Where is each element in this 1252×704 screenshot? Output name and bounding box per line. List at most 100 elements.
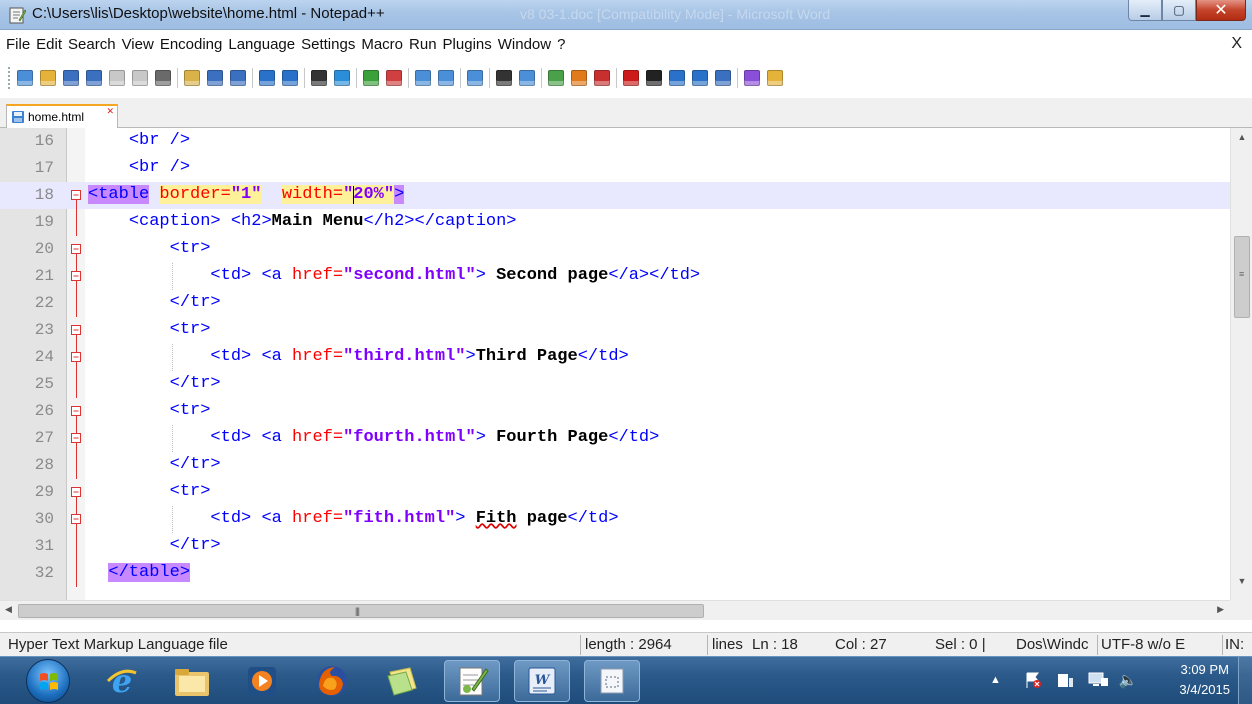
fold-toggle-icon[interactable] xyxy=(71,352,81,362)
record-macro-button[interactable] xyxy=(621,68,641,88)
menu-edit[interactable]: Edit xyxy=(36,36,62,53)
taskbar-internet-explorer[interactable]: e xyxy=(94,660,150,702)
taskbar-media-player[interactable] xyxy=(234,660,290,702)
paste-button[interactable] xyxy=(228,68,248,88)
spell-check-button[interactable] xyxy=(742,68,762,88)
fold-toggle-icon[interactable] xyxy=(71,271,81,281)
zoom-in-button[interactable] xyxy=(361,68,381,88)
menu-plugins[interactable]: Plugins xyxy=(443,36,492,53)
document-map-button[interactable] xyxy=(569,68,589,88)
status-eol-format[interactable]: Dos\Windc xyxy=(1016,636,1089,653)
menu-search[interactable]: Search xyxy=(68,36,116,53)
network-icon[interactable] xyxy=(1087,670,1109,690)
start-button[interactable] xyxy=(26,659,70,703)
save-macro-button[interactable] xyxy=(713,68,733,88)
vertical-scrollbar[interactable]: ▲ ≡ ▼ xyxy=(1230,128,1252,600)
maximize-button[interactable]: ▢ xyxy=(1162,0,1196,21)
taskbar-microsoft-word[interactable]: W xyxy=(514,660,570,702)
close-document-button[interactable]: X xyxy=(1231,35,1242,53)
save-all-button[interactable] xyxy=(84,68,104,88)
title-bar[interactable]: C:\Users\lis\Desktop\website\home.html -… xyxy=(0,0,1252,30)
scroll-down-icon[interactable]: ▼ xyxy=(1231,576,1252,594)
code-editor[interactable]: 16 <br /> 17 <br /> 18 <table border="1" wi… xyxy=(0,128,1252,600)
copy-button[interactable] xyxy=(205,68,225,88)
save-button[interactable] xyxy=(61,68,81,88)
user-language-button[interactable] xyxy=(546,68,566,88)
code-line[interactable]: 25 </tr> xyxy=(0,371,1230,398)
fold-toggle-icon[interactable] xyxy=(71,487,81,497)
function-list-button[interactable] xyxy=(592,68,612,88)
menu-view[interactable]: View xyxy=(122,36,154,53)
devices-icon[interactable] xyxy=(1055,670,1075,690)
code-line[interactable]: 31 </tr> xyxy=(0,533,1230,560)
find-button[interactable] xyxy=(309,68,329,88)
menu-language[interactable]: Language xyxy=(228,36,295,53)
indent-guide-button[interactable] xyxy=(517,68,537,88)
close-file-button[interactable] xyxy=(107,68,127,88)
code-line[interactable]: 22 </tr> xyxy=(0,290,1230,317)
tab-home-html[interactable]: home.html ✕ xyxy=(6,104,118,128)
taskbar-notepad-plus-plus[interactable] xyxy=(444,660,500,702)
volume-icon[interactable]: 🔈 xyxy=(1119,671,1138,689)
sync-horizontal-button[interactable] xyxy=(436,68,456,88)
status-encoding[interactable]: UTF-8 w/o E xyxy=(1101,636,1185,653)
redo-button[interactable] xyxy=(280,68,300,88)
stop-recording-button[interactable] xyxy=(644,68,664,88)
code-line[interactable]: 17 <br /> xyxy=(0,155,1230,182)
code-line[interactable]: 26 <tr> xyxy=(0,398,1230,425)
spell-check-settings-button[interactable] xyxy=(765,68,785,88)
open-file-button[interactable] xyxy=(38,68,58,88)
code-line[interactable]: 19 <caption> <h2>Main Menu</h2></caption… xyxy=(0,209,1230,236)
menu-macro[interactable]: Macro xyxy=(361,36,403,53)
replace-button[interactable] xyxy=(332,68,352,88)
menu-help[interactable]: ? xyxy=(557,36,565,53)
new-file-button[interactable] xyxy=(15,68,35,88)
menu-window[interactable]: Window xyxy=(498,36,551,53)
cut-button[interactable] xyxy=(182,68,202,88)
sync-vertical-button[interactable] xyxy=(413,68,433,88)
taskbar-firefox[interactable] xyxy=(304,660,360,702)
minimize-button[interactable]: ▁ xyxy=(1128,0,1162,21)
menu-run[interactable]: Run xyxy=(409,36,437,53)
print-button[interactable] xyxy=(153,68,173,88)
taskbar-file-explorer[interactable] xyxy=(164,660,220,702)
action-center-flag-icon[interactable] xyxy=(1023,670,1043,690)
fold-toggle-icon[interactable] xyxy=(71,190,81,200)
fold-toggle-icon[interactable] xyxy=(71,406,81,416)
menu-encoding[interactable]: Encoding xyxy=(160,36,223,53)
vertical-scroll-thumb[interactable]: ≡ xyxy=(1234,236,1250,318)
code-line[interactable]: 32 </table> xyxy=(0,560,1230,587)
code-line[interactable]: 18 <table border="1" width="20%"> xyxy=(0,182,1230,209)
code-line[interactable]: 23 <tr> xyxy=(0,317,1230,344)
taskbar-clock[interactable]: 3:09 PM 3/4/2015 xyxy=(1179,660,1230,700)
scroll-left-icon[interactable]: ◀ xyxy=(5,604,12,615)
code-line[interactable]: 24 <td> <a href="third.html">Third Page<… xyxy=(0,344,1230,371)
code-line[interactable]: 16 <br /> xyxy=(0,128,1230,155)
fold-toggle-icon[interactable] xyxy=(71,325,81,335)
code-line[interactable]: 28 </tr> xyxy=(0,452,1230,479)
code-line[interactable]: 21 <td> <a href="second.html"> Second pa… xyxy=(0,263,1230,290)
taskbar-sticky-notes[interactable] xyxy=(374,660,430,702)
horizontal-scroll-thumb[interactable]: ||| xyxy=(18,604,704,618)
undo-button[interactable] xyxy=(257,68,277,88)
show-desktop-button[interactable] xyxy=(1238,657,1252,704)
show-hidden-icons-icon[interactable]: ▲ xyxy=(990,674,1001,686)
menu-settings[interactable]: Settings xyxy=(301,36,355,53)
toolbar-grip[interactable] xyxy=(8,67,11,89)
horizontal-scrollbar[interactable]: ◀ ||| ▶ xyxy=(0,600,1230,620)
show-all-characters-button[interactable] xyxy=(494,68,514,88)
close-window-button[interactable]: ✕ xyxy=(1196,0,1246,21)
fold-toggle-icon[interactable] xyxy=(71,514,81,524)
code-line[interactable]: 27 <td> <a href="fourth.html"> Fourth Pa… xyxy=(0,425,1230,452)
zoom-out-button[interactable] xyxy=(384,68,404,88)
close-all-button[interactable] xyxy=(130,68,150,88)
code-line[interactable]: 29 <tr> xyxy=(0,479,1230,506)
fold-toggle-icon[interactable] xyxy=(71,244,81,254)
run-macro-multiple-button[interactable] xyxy=(690,68,710,88)
taskbar-snipping-tool[interactable] xyxy=(584,660,640,702)
code-line[interactable]: 20 <tr> xyxy=(0,236,1230,263)
play-macro-button[interactable] xyxy=(667,68,687,88)
tab-close-icon[interactable]: ✕ xyxy=(106,106,114,117)
code-line[interactable]: 30 <td> <a href="fith.html"> Fith page</… xyxy=(0,506,1230,533)
word-wrap-button[interactable] xyxy=(465,68,485,88)
